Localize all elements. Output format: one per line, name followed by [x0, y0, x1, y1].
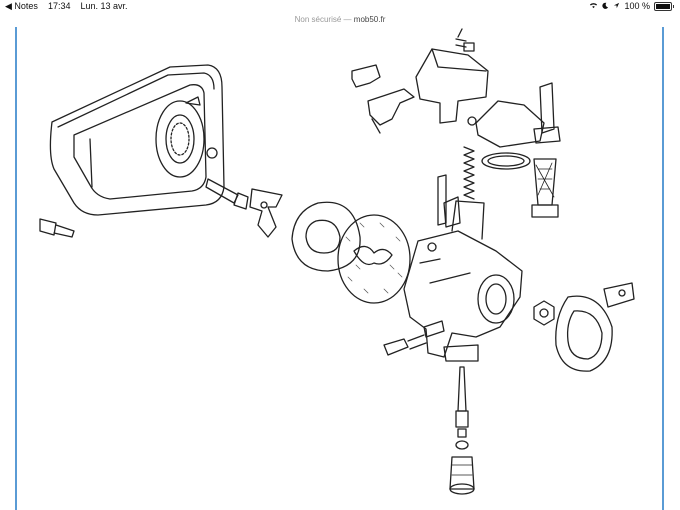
- fuel-strainer: [531, 158, 559, 218]
- page-content: [0, 27, 680, 510]
- main-jet-assembly: [449, 366, 475, 495]
- battery-icon: [654, 1, 672, 11]
- clamp-nut: [533, 300, 555, 326]
- banjo-gasket: [481, 152, 531, 170]
- foam-filter-disc: [337, 214, 411, 304]
- battery-tip: [673, 4, 674, 8]
- wifi-icon: [589, 1, 598, 11]
- air-filter-housing: [49, 64, 225, 216]
- status-bar: ◀ Notes 17:34 Lun. 13 avr. 100 %: [0, 0, 680, 13]
- location-icon: [613, 1, 620, 11]
- security-label: Non sécurisé —: [294, 15, 352, 24]
- carb-top-cover: [415, 28, 489, 124]
- carburetor-exploded-diagram: [39, 28, 635, 495]
- intake-clamp: [555, 282, 635, 372]
- domain-label: mob50.fr: [353, 15, 386, 24]
- carburetor-body: [403, 200, 523, 362]
- status-time: 17:34: [47, 1, 71, 11]
- back-to-notes-link[interactable]: ◀ Notes: [5, 1, 38, 12]
- fuel-inlet-banjo: [467, 82, 561, 148]
- filter-screw: [39, 218, 75, 238]
- choke-clip: [249, 188, 283, 238]
- url-bar[interactable]: Non sécurisé — mob50.fr: [0, 13, 680, 27]
- idle-adjust-screw: [383, 320, 445, 356]
- filter-bolt: [205, 178, 249, 210]
- moon-icon: [602, 1, 609, 11]
- throttle-linkage: [351, 64, 415, 134]
- battery-percent: 100 %: [624, 1, 650, 11]
- flange-gasket: [291, 201, 361, 272]
- throttle-spring: [463, 146, 475, 200]
- status-date: Lun. 13 avr.: [80, 1, 128, 11]
